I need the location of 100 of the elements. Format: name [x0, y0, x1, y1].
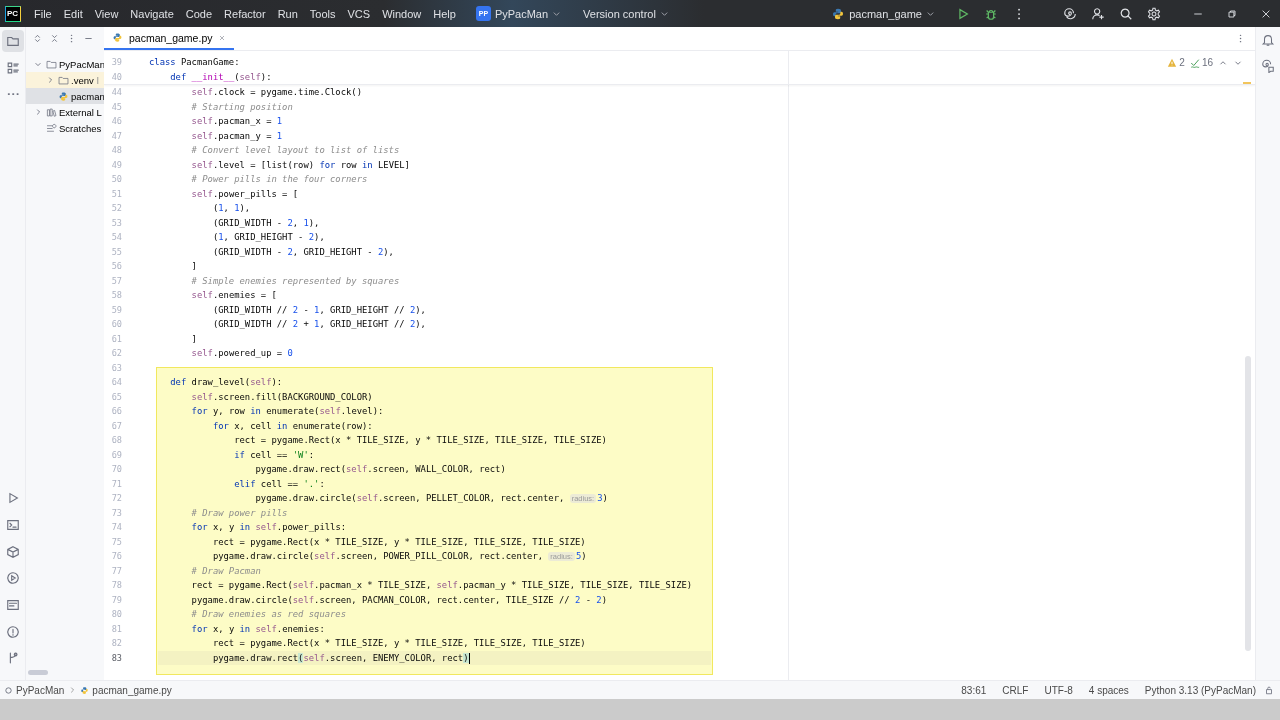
line-number: 75 — [110, 535, 123, 549]
line-number: 78 — [110, 579, 123, 592]
code-line: # Power pills in the four corners — [190, 173, 368, 186]
line-number: 47 — [110, 129, 123, 143]
bell-icon[interactable] — [1261, 33, 1275, 47]
chevron-icon — [68, 686, 77, 694]
menu-item[interactable]: Help — [433, 7, 456, 20]
line-separator[interactable]: CRLF — [1002, 684, 1029, 696]
menu-item[interactable]: Window — [382, 7, 422, 20]
code-line: self.screen.fill(BACKGROUND_COLOR) — [190, 390, 373, 404]
code-line: (GRID_WIDTH // 2 - 1, GRID_HEIGHT // 2), — [211, 303, 426, 317]
folder-icon — [58, 74, 69, 86]
chevron-icon[interactable] — [659, 9, 669, 18]
line-number: 58 — [110, 289, 123, 302]
code-line: for x, y in self.power_pills: — [190, 521, 347, 534]
collapse-all-icon[interactable] — [50, 34, 59, 43]
code-line: elif cell == '.': — [233, 477, 325, 491]
interpreter[interactable]: Python 3.13 (PyPacMan) — [1144, 684, 1256, 696]
scrollbar-thumb[interactable] — [1245, 356, 1251, 651]
menu-item[interactable]: Code — [185, 7, 213, 20]
code-line: pygame.draw.rect(self.screen, WALL_COLOR, rect) — [254, 463, 506, 476]
breadcrumb[interactable]: pacman_game.py — [92, 684, 172, 696]
lock-icon[interactable] — [1264, 685, 1274, 695]
code-line: for x, cell in enumerate(row): — [211, 419, 373, 433]
code-line: rect = pygame.Rect(x * TILE_SIZE, y * TILE_SIZE, TILE_SIZE, TILE_SIZE) — [211, 535, 586, 549]
run-icon[interactable] — [956, 6, 970, 21]
chevron-icon[interactable] — [926, 9, 935, 18]
expand-all-icon[interactable] — [33, 34, 42, 43]
line-number: 76 — [110, 550, 123, 563]
line-number: 44 — [110, 86, 123, 99]
python-file-icon — [58, 90, 69, 102]
line-number: 55 — [110, 245, 123, 259]
scrollbar-thumb[interactable] — [28, 670, 48, 675]
menu-item[interactable]: Edit — [63, 7, 83, 20]
folder-icon — [46, 58, 57, 70]
menu-item[interactable]: Tools — [309, 7, 336, 20]
chevron-icon[interactable] — [34, 108, 42, 116]
line-number: 64 — [110, 376, 123, 389]
scratches-icon — [46, 122, 57, 134]
tree-item[interactable]: External L — [26, 104, 104, 120]
breadcrumb[interactable]: PyPacMan — [16, 684, 65, 696]
code-line: self.enemies = [ — [190, 289, 277, 302]
line-number: 63 — [110, 361, 123, 375]
code-line: ] — [190, 332, 197, 346]
code-line: pygame.draw.circle(self.screen, PACMAN_COLOR, rect.center, TILE_SIZE // 2 - 2) — [190, 593, 607, 607]
line-number: 57 — [110, 274, 123, 288]
menu-item[interactable]: Run — [277, 7, 298, 20]
menu-item[interactable]: File — [34, 7, 52, 20]
code-line: for x, y in self.enemies: — [190, 622, 325, 636]
tree-item[interactable]: .venv l — [26, 72, 104, 88]
code-line: (GRID_WIDTH - 2, 1), — [211, 216, 320, 230]
menu-item[interactable]: Navigate — [130, 7, 174, 20]
folder-tool-icon[interactable] — [1, 30, 24, 52]
code-line: self.clock = pygame.time.Clock() — [190, 86, 362, 99]
code-line: if cell == 'W': — [233, 448, 315, 462]
menu-item[interactable]: VCS — [347, 7, 371, 20]
code-line: def __init__(self): — [169, 70, 272, 84]
python-file-icon[interactable] — [112, 32, 123, 43]
run-configuration[interactable]: pacman_game — [831, 6, 935, 21]
line-number: 69 — [110, 448, 123, 462]
spiral-icon[interactable] — [1063, 6, 1077, 21]
menu-item[interactable]: View — [94, 7, 119, 20]
settings-icon[interactable] — [1147, 6, 1161, 21]
line-number: 80 — [110, 608, 123, 621]
code-line: # Simple enemies represented by squares — [190, 274, 400, 288]
line-number: 66 — [110, 405, 123, 418]
line-number: 40 — [110, 70, 123, 84]
library-icon — [46, 106, 57, 118]
code-line: rect = pygame.Rect(x * TILE_SIZE, y * TILE_SIZE, TILE_SIZE, TILE_SIZE) — [233, 434, 607, 447]
file-encoding[interactable]: UTF-8 — [1044, 684, 1073, 696]
check-icon[interactable] — [1189, 57, 1200, 68]
line-number: 62 — [110, 347, 123, 360]
check-count[interactable]: 16 — [1201, 57, 1213, 68]
vcs-menu[interactable]: Version control — [583, 7, 669, 20]
restore-icon[interactable] — [1226, 7, 1238, 20]
tree-item[interactable]: pacman — [26, 88, 104, 104]
warning-count[interactable]: 2 — [1179, 57, 1185, 68]
line-number: 60 — [110, 318, 123, 331]
ai-chat-icon[interactable] — [1261, 59, 1275, 73]
line-number: 51 — [110, 187, 123, 201]
caret-position[interactable]: 83:61 — [961, 684, 987, 696]
code-line: rect = pygame.Rect(x * TILE_SIZE, y * TILE_SIZE, TILE_SIZE, TILE_SIZE) — [211, 637, 586, 650]
search-icon[interactable] — [1119, 6, 1133, 21]
code-line: (1, GRID_HEIGHT - 2), — [211, 231, 325, 244]
menu-item[interactable]: Refactor — [224, 7, 266, 20]
line-number: 54 — [110, 231, 123, 244]
app-logo[interactable]: PC — [5, 5, 21, 22]
code-line: (1, 1), — [211, 202, 251, 215]
tree-item[interactable]: PyPacMan — [26, 56, 104, 72]
indent-setting[interactable]: 4 spaces — [1088, 684, 1129, 696]
chevron-icon[interactable] — [552, 9, 562, 18]
error-stripe-marker[interactable] — [1243, 82, 1251, 84]
tree-item[interactable]: Scratches — [26, 120, 104, 136]
python-icon[interactable] — [831, 6, 846, 21]
line-number: 56 — [110, 260, 123, 273]
add-user-icon[interactable] — [1091, 6, 1105, 21]
line-number: 70 — [110, 463, 123, 476]
line-number: 61 — [110, 332, 123, 346]
code-line: self.power_pills = [ — [190, 187, 299, 201]
line-number: 73 — [110, 506, 123, 520]
